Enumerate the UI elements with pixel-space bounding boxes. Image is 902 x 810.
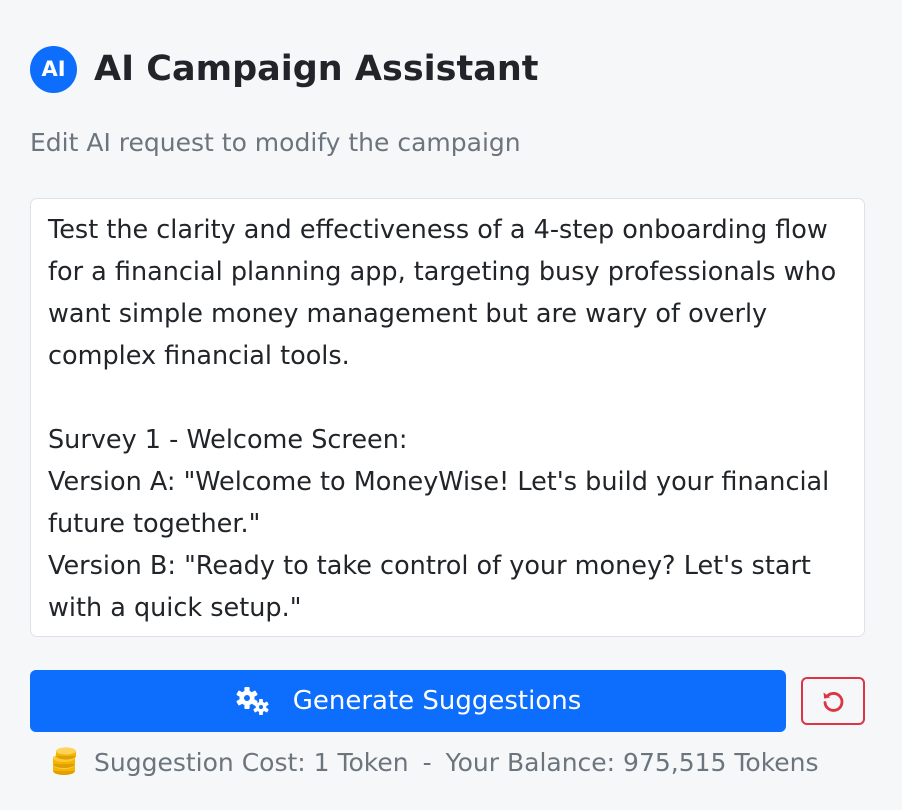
coins-icon [50,747,80,777]
ai-campaign-assistant-panel: AI AI Campaign Assistant Edit AI request… [30,0,865,810]
undo-icon [823,692,844,712]
subtitle: Edit AI request to modify the campaign [30,128,521,157]
cost-separator: - [422,747,432,777]
header: AI AI Campaign Assistant [30,45,538,93]
suggestion-cost-text: Suggestion Cost: 1 Token [94,747,409,777]
ai-badge-icon: AI [30,45,77,93]
generate-suggestions-button[interactable]: Generate Suggestions [30,670,786,732]
token-balance-text: Your Balance: 975,515 Tokens [445,747,819,777]
reset-request-button[interactable] [801,677,865,725]
page-title: AI Campaign Assistant [94,49,539,89]
gears-icon [236,687,269,715]
generate-suggestions-label: Generate Suggestions [292,686,582,716]
ai-request-textarea[interactable]: Test the clarity and effectiveness of a … [30,198,865,637]
ai-badge-label: AI [41,57,66,81]
token-cost-info: Suggestion Cost: 1 Token - Your Balance:… [50,744,819,780]
